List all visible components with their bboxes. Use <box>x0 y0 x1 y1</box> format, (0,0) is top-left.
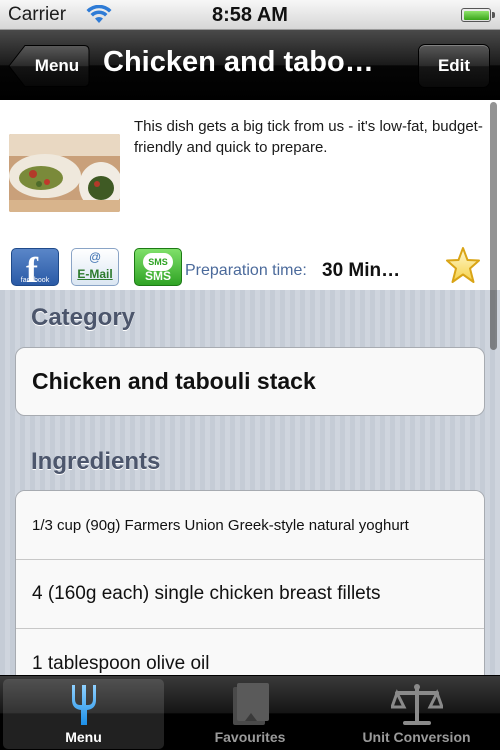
back-button-label: Menu <box>34 56 80 75</box>
navigation-bar: Menu Chicken and tabo… Edit <box>0 30 500 100</box>
favourites-icon <box>233 683 269 725</box>
star-icon[interactable] <box>446 245 480 285</box>
category-value[interactable]: Chicken and tabouli stack <box>16 348 484 415</box>
fork-icon <box>71 685 96 725</box>
category-header: Category <box>31 304 136 331</box>
email-label: E-Mail <box>77 267 113 281</box>
tab-bar: Menu Favourites Unit Conversion <box>0 675 500 750</box>
scale-icon <box>390 684 443 725</box>
sms-label: SMS <box>144 269 171 283</box>
tab-label: Favourites <box>214 729 286 745</box>
edit-button[interactable]: Edit <box>418 44 490 88</box>
tab-unit-conversion[interactable]: Unit Conversion <box>336 679 497 749</box>
ingredient-text: 1/3 cup (90g) Farmers Union Greek-style … <box>32 516 409 534</box>
back-button[interactable]: Menu <box>8 44 90 88</box>
recipe-header: This dish gets a big tick from us - it's… <box>0 100 500 290</box>
category-group: Chicken and tabouli stack <box>15 347 485 416</box>
ingredient-text: 4 (160g each) single chicken breast fill… <box>32 583 381 604</box>
preparation-time-label: Preparation time: <box>185 262 307 279</box>
battery-icon <box>461 8 495 22</box>
ingredients-header: Ingredients <box>31 448 161 475</box>
tab-menu[interactable]: Menu <box>3 679 164 749</box>
tab-label: Unit Conversion <box>362 729 471 745</box>
scrollbar[interactable] <box>490 102 497 350</box>
ingredient-text: 1 tablespoon olive oil <box>32 652 210 674</box>
list-item[interactable]: 1 tablespoon olive oil <box>16 629 484 675</box>
list-item[interactable]: 4 (160g each) single chicken breast fill… <box>16 560 484 629</box>
tab-label: Menu <box>65 729 102 745</box>
page-title: Chicken and tabo… <box>103 46 374 78</box>
list-item[interactable]: 1/3 cup (90g) Farmers Union Greek-style … <box>16 491 484 560</box>
recipe-description: This dish gets a big tick from us - it's… <box>134 118 483 156</box>
recipe-details[interactable]: Category Chicken and tabouli stack Ingre… <box>0 290 500 675</box>
clock: 8:58 AM <box>212 4 288 26</box>
preparation-time-value: 30 Min… <box>322 260 401 281</box>
ingredients-list: 1/3 cup (90g) Farmers Union Greek-style … <box>15 490 485 675</box>
email-icon[interactable]: @ E-Mail <box>71 248 119 286</box>
category-value-text: Chicken and tabouli stack <box>32 368 316 394</box>
tab-favourites[interactable]: Favourites <box>170 679 330 749</box>
recipe-photo[interactable] <box>9 134 120 212</box>
status-bar: Carrier 8:58 AM <box>0 0 500 30</box>
sms-icon[interactable]: SMS SMS <box>134 248 182 286</box>
facebook-icon[interactable]: f facebook <box>11 248 59 286</box>
